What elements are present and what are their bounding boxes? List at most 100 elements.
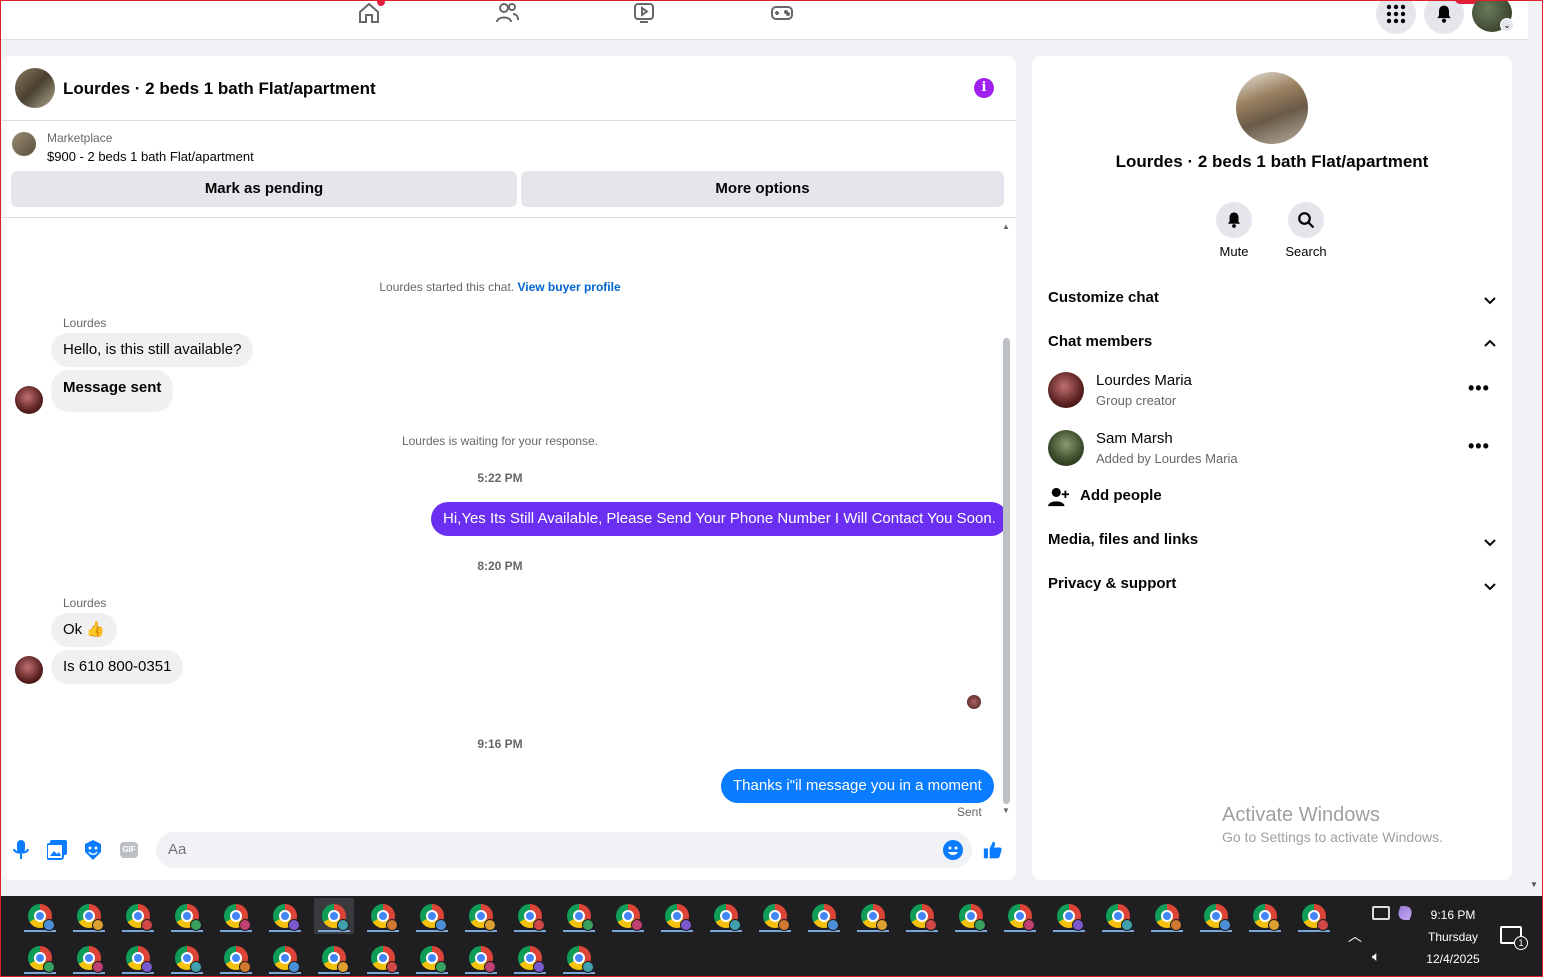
chrome-taskbar-button[interactable] bbox=[314, 898, 354, 934]
chrome-taskbar-button[interactable] bbox=[461, 940, 501, 976]
group-avatar[interactable] bbox=[1236, 72, 1308, 144]
chrome-taskbar-button[interactable] bbox=[706, 898, 746, 934]
more-options-button[interactable]: More options bbox=[521, 171, 1004, 207]
gaming-icon[interactable] bbox=[768, 0, 796, 26]
bell-icon[interactable] bbox=[1424, 0, 1464, 34]
mute-label: Mute bbox=[1219, 244, 1249, 259]
listing-thumbnail[interactable] bbox=[12, 132, 36, 156]
chrome-taskbar-button[interactable] bbox=[1147, 898, 1187, 934]
chrome-taskbar-button[interactable] bbox=[1294, 898, 1334, 934]
media-files-section[interactable]: Media, files and links bbox=[1048, 531, 1498, 555]
chrome-taskbar-button[interactable] bbox=[412, 898, 452, 934]
chrome-taskbar-button[interactable] bbox=[20, 898, 60, 934]
chrome-taskbar-button[interactable] bbox=[69, 898, 109, 934]
chrome-taskbar-button[interactable] bbox=[902, 898, 942, 934]
sticker-icon[interactable] bbox=[83, 840, 103, 860]
chrome-taskbar-button[interactable] bbox=[1098, 898, 1138, 934]
tray-overflow-chevron[interactable]: ︿ bbox=[1348, 926, 1362, 946]
chrome-taskbar-button[interactable] bbox=[167, 940, 207, 976]
chrome-taskbar-button[interactable] bbox=[804, 898, 844, 934]
chrome-taskbar-button[interactable] bbox=[461, 898, 501, 934]
chrome-taskbar-button[interactable] bbox=[363, 940, 403, 976]
view-buyer-profile-link[interactable]: View buyer profile bbox=[517, 280, 620, 294]
chrome-taskbar-button[interactable] bbox=[314, 940, 354, 976]
gif-icon[interactable]: GIF bbox=[119, 840, 139, 860]
outgoing-message[interactable]: Thanks i"il message you in a moment bbox=[721, 769, 994, 803]
chrome-taskbar-button[interactable] bbox=[216, 898, 256, 934]
privacy-support-section[interactable]: Privacy & support bbox=[1048, 575, 1498, 599]
incoming-message[interactable]: Is 610 800-0351 bbox=[51, 650, 184, 684]
profile-avatar[interactable]: ⌄ bbox=[1472, 0, 1514, 32]
add-people-button[interactable]: Add people bbox=[1048, 487, 1498, 511]
chat-members-section[interactable]: Chat members bbox=[1048, 333, 1498, 357]
volume-icon[interactable]: 🔈︎ bbox=[1372, 948, 1380, 965]
customize-chat-section[interactable]: Customize chat bbox=[1048, 289, 1498, 313]
chrome-taskbar-button[interactable] bbox=[853, 898, 893, 934]
incoming-message[interactable]: Hello, is this still available? bbox=[51, 333, 254, 367]
chrome-taskbar-button[interactable] bbox=[20, 940, 60, 976]
notification-center-icon[interactable]: 1 bbox=[1500, 926, 1528, 950]
details-title: Lourdes · 2 beds 1 bath Flat/apartment bbox=[1115, 152, 1429, 171]
incoming-message[interactable]: Message sent bbox=[51, 370, 174, 412]
chrome-taskbar-button[interactable] bbox=[1245, 898, 1285, 934]
listing-avatar[interactable] bbox=[15, 68, 55, 108]
chrome-taskbar-button[interactable] bbox=[510, 898, 550, 934]
chrome-taskbar-button[interactable] bbox=[1049, 898, 1089, 934]
listing-price[interactable]: $900 - 2 beds 1 bath Flat/apartment bbox=[47, 149, 254, 164]
chrome-icon bbox=[224, 946, 251, 973]
chrome-taskbar-button[interactable] bbox=[608, 898, 648, 934]
chrome-taskbar-button[interactable] bbox=[265, 940, 305, 976]
microphone-icon[interactable] bbox=[11, 840, 31, 860]
sender-avatar[interactable] bbox=[15, 656, 43, 684]
chrome-taskbar-button[interactable] bbox=[412, 940, 452, 976]
chrome-taskbar-button[interactable] bbox=[118, 940, 158, 976]
search-icon bbox=[1288, 202, 1324, 238]
scrollbar[interactable] bbox=[1003, 338, 1010, 804]
more-options-icon[interactable]: ••• bbox=[1468, 436, 1490, 457]
chevron-up-icon bbox=[1484, 339, 1496, 347]
scroll-up-arrow[interactable]: ▲ bbox=[1002, 222, 1010, 231]
chrome-taskbar-button[interactable] bbox=[118, 898, 158, 934]
chrome-taskbar-button[interactable] bbox=[363, 898, 403, 934]
member-row[interactable]: Lourdes Maria Group creator ••• bbox=[1048, 372, 1498, 412]
info-icon[interactable]: i bbox=[974, 78, 994, 98]
chrome-taskbar-button[interactable] bbox=[951, 898, 991, 934]
network-icon[interactable] bbox=[1372, 906, 1390, 920]
chevron-down-icon[interactable]: ⌄ bbox=[1500, 18, 1514, 32]
chrome-taskbar-button[interactable] bbox=[1000, 898, 1040, 934]
chrome-taskbar-button[interactable] bbox=[1196, 898, 1236, 934]
search-button[interactable]: Search bbox=[1271, 202, 1341, 259]
message-input[interactable] bbox=[156, 832, 972, 868]
pen-icon[interactable] bbox=[1395, 906, 1415, 920]
menu-grid-icon[interactable] bbox=[1376, 0, 1416, 34]
chrome-taskbar-button[interactable] bbox=[510, 940, 550, 976]
chrome-taskbar-button[interactable] bbox=[167, 898, 207, 934]
chrome-taskbar-button[interactable] bbox=[265, 898, 305, 934]
member-row[interactable]: Sam Marsh Added by Lourdes Maria ••• bbox=[1048, 430, 1498, 470]
chrome-taskbar-button[interactable] bbox=[559, 940, 599, 976]
incoming-message[interactable]: Ok 👍 bbox=[51, 613, 118, 647]
emoji-icon[interactable] bbox=[943, 840, 963, 860]
mark-pending-button[interactable]: Mark as pending bbox=[11, 171, 517, 207]
clock-day[interactable]: Thursday bbox=[1420, 930, 1486, 944]
clock-time[interactable]: 9:16 PM bbox=[1420, 908, 1486, 922]
chrome-taskbar-button[interactable] bbox=[657, 898, 697, 934]
chrome-taskbar-button[interactable] bbox=[216, 940, 256, 976]
watch-icon[interactable] bbox=[630, 0, 658, 26]
chrome-taskbar-button[interactable] bbox=[69, 940, 109, 976]
chat-title[interactable]: Lourdes · 2 beds 1 bath Flat/apartment bbox=[63, 79, 376, 99]
home-icon[interactable] bbox=[355, 0, 385, 26]
chrome-taskbar-button[interactable] bbox=[755, 898, 795, 934]
like-icon[interactable] bbox=[983, 840, 1003, 860]
mute-button[interactable]: Mute bbox=[1199, 202, 1269, 259]
friends-icon[interactable] bbox=[493, 0, 521, 26]
clock-date[interactable]: 12/4/2025 bbox=[1420, 952, 1486, 966]
page-scroll-down-arrow[interactable]: ▼ bbox=[1530, 880, 1538, 889]
outgoing-message[interactable]: Hi,Yes Its Still Available, Please Send … bbox=[431, 502, 1008, 536]
scroll-down-arrow[interactable]: ▼ bbox=[1002, 806, 1010, 815]
chrome-taskbar-button[interactable] bbox=[559, 898, 599, 934]
sender-avatar[interactable] bbox=[15, 386, 43, 414]
more-options-icon[interactable]: ••• bbox=[1468, 378, 1490, 399]
chrome-icon bbox=[175, 946, 202, 973]
photo-icon[interactable] bbox=[47, 840, 67, 860]
